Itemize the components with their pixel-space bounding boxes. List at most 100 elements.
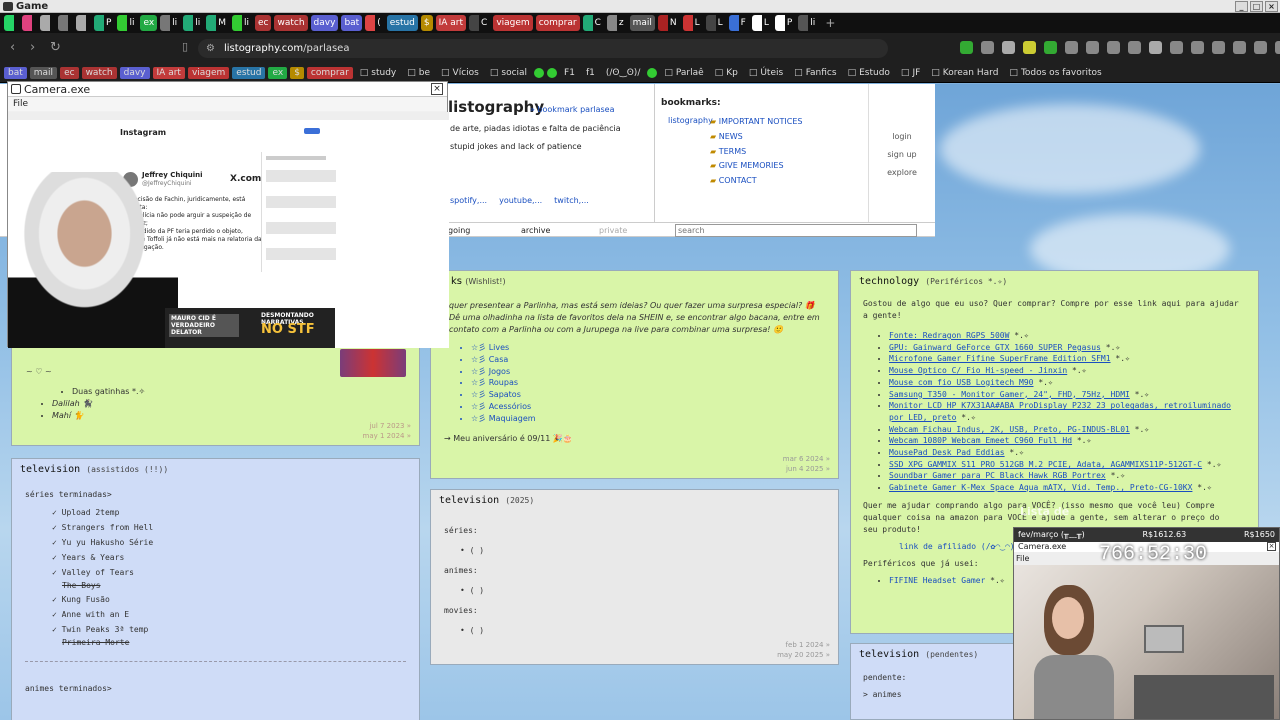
- browser-tab[interactable]: comprar: [535, 15, 580, 31]
- browser-tab[interactable]: F: [728, 15, 749, 31]
- browser-tab[interactable]: davy: [310, 15, 339, 31]
- browser-tab[interactable]: li: [183, 15, 203, 31]
- browser-tab[interactable]: M: [206, 15, 229, 31]
- bookmark-item[interactable]: comprar: [306, 66, 353, 79]
- product-link[interactable]: SSD XPG GAMMIX S11 PRO 512GB M.2 PCIE, A…: [889, 460, 1202, 469]
- camera-window[interactable]: Camera.exe × File Instagram Jeffrey Chiq…: [7, 81, 449, 348]
- wishlist-item[interactable]: ☆彡 Lives: [471, 342, 838, 354]
- nav-going[interactable]: going: [448, 223, 470, 238]
- url-field[interactable]: ⚙ listography.com/parlasea: [198, 39, 888, 58]
- browser-tab[interactable]: watch: [274, 15, 308, 31]
- bookmark-item[interactable]: [547, 67, 558, 78]
- bookmark-item[interactable]: social: [486, 67, 531, 79]
- bookmark-item[interactable]: watch: [81, 66, 117, 79]
- browser-tab[interactable]: ex: [140, 15, 158, 31]
- panel-date[interactable]: may 20 2025 »: [777, 650, 830, 660]
- browser-tab[interactable]: [22, 15, 37, 31]
- bookmark-item[interactable]: JF: [897, 67, 924, 79]
- browser-tab[interactable]: $: [420, 15, 433, 31]
- reload-icon[interactable]: ↻: [50, 40, 61, 55]
- panel-date[interactable]: may 1 2024 »: [363, 431, 411, 441]
- wishlist-item[interactable]: ☆彡 Acessórios: [471, 401, 838, 413]
- extension-icon[interactable]: [960, 41, 973, 54]
- browser-tab[interactable]: mail: [629, 15, 655, 31]
- extension-icon[interactable]: [1275, 41, 1280, 54]
- product-link[interactable]: Fonte: Redragon RGPS 500W: [889, 331, 1009, 340]
- bookmark-item[interactable]: viagem: [187, 66, 230, 79]
- extension-icon[interactable]: [1128, 41, 1141, 54]
- bookmark-item[interactable]: (/ʘ‿ʘ)/: [602, 67, 645, 79]
- minimize-button[interactable]: _: [1235, 1, 1248, 12]
- extension-icon[interactable]: [1233, 41, 1246, 54]
- browser-tab[interactable]: viagem: [493, 15, 533, 31]
- extension-icon[interactable]: [1107, 41, 1120, 54]
- bookmark-item[interactable]: Estudo: [844, 67, 894, 79]
- bookmark-item[interactable]: estud: [232, 66, 266, 79]
- product-link[interactable]: Webcam 1080P Webcam Emeet C960 Full Hd: [889, 436, 1072, 445]
- panel-date[interactable]: mar 6 2024 »: [783, 454, 830, 464]
- site-info-icon[interactable]: ⚙: [206, 39, 215, 58]
- browser-tab[interactable]: li: [231, 15, 252, 31]
- product-link[interactable]: Mouse Optico C/ Fio Hi-speed - Jinxin: [889, 366, 1067, 375]
- login-link[interactable]: login: [869, 128, 935, 146]
- close-window-button[interactable]: ×: [1265, 1, 1278, 12]
- browser-tab[interactable]: C: [582, 15, 604, 31]
- browser-tab[interactable]: P: [774, 15, 795, 31]
- bookmark-item[interactable]: F1: [560, 67, 579, 79]
- extension-icon[interactable]: [1086, 41, 1099, 54]
- bookmark-item[interactable]: ▰ GIVE MEMORIES: [710, 159, 802, 174]
- browser-tab[interactable]: L: [705, 15, 726, 31]
- bookmark-item[interactable]: ex: [268, 66, 288, 79]
- extension-icon[interactable]: [1002, 41, 1015, 54]
- bookmark-page-icon[interactable]: ▯: [182, 40, 188, 53]
- browser-tab[interactable]: L: [682, 15, 703, 31]
- wishlist-item[interactable]: ☆彡 Jogos: [471, 366, 838, 378]
- extension-icon[interactable]: [1044, 41, 1057, 54]
- bookmark-item[interactable]: ▰ NEWS: [710, 130, 802, 145]
- product-link[interactable]: Gabinete Gamer K-Mex Space Aqua mATX, Vi…: [889, 483, 1192, 492]
- close-icon[interactable]: ×: [431, 83, 443, 95]
- browser-tab[interactable]: z: [606, 15, 627, 31]
- browser-tab[interactable]: [40, 15, 55, 31]
- bookmark-item[interactable]: bat: [4, 66, 27, 79]
- bookmark-item[interactable]: ec: [60, 66, 79, 79]
- product-link[interactable]: Monitor LCD HP K7X31AA#ABA ProDisplay P2…: [889, 401, 1231, 422]
- bookmark-item[interactable]: study: [356, 67, 400, 79]
- wishlist-item[interactable]: ☆彡 Maquiagem: [471, 413, 838, 425]
- product-link[interactable]: Microfone Gamer Fifine SuperFrame Editio…: [889, 354, 1111, 363]
- extension-icon[interactable]: [981, 41, 994, 54]
- bookmark-item[interactable]: be: [403, 67, 434, 79]
- browser-tab[interactable]: IA art: [435, 15, 467, 31]
- spotify-link[interactable]: spotify,...: [450, 196, 487, 205]
- bookmark-item[interactable]: Korean Hard: [927, 67, 1002, 79]
- bookmark-item[interactable]: Kp: [711, 67, 742, 79]
- bookmark-item[interactable]: Parlaê: [660, 67, 707, 79]
- extension-icon[interactable]: [1023, 41, 1036, 54]
- bookmark-item[interactable]: [534, 67, 545, 78]
- product-link[interactable]: MousePad Desk Pad Eddias: [889, 448, 1005, 457]
- extension-icon[interactable]: [1149, 41, 1162, 54]
- bookmark-item[interactable]: Úteis: [745, 67, 787, 79]
- bookmark-item[interactable]: Todos os favoritos: [1005, 67, 1105, 79]
- extension-icon[interactable]: [1191, 41, 1204, 54]
- extension-icon[interactable]: [1254, 41, 1267, 54]
- browser-tab[interactable]: ec: [254, 15, 272, 31]
- extension-icon[interactable]: [1065, 41, 1078, 54]
- explore-link[interactable]: explore: [869, 164, 935, 182]
- bookmark-item[interactable]: [647, 67, 658, 78]
- bookmark-item[interactable]: ▰ IMPORTANT NOTICES: [710, 115, 802, 130]
- nav-archive[interactable]: archive: [521, 223, 550, 238]
- product-link[interactable]: Webcam Fichau Indus, 2K, USB, Preto, PG-…: [889, 425, 1130, 434]
- bookmark-item[interactable]: mail: [29, 66, 58, 79]
- browser-tab[interactable]: li: [160, 15, 180, 31]
- bookmark-item[interactable]: ▰ TERMS: [710, 145, 802, 160]
- browser-tab[interactable]: li: [117, 15, 137, 31]
- browser-tab[interactable]: bat: [341, 15, 363, 31]
- browser-tab[interactable]: [4, 15, 19, 31]
- bookmark-item[interactable]: davy: [119, 66, 150, 79]
- search-input[interactable]: [675, 224, 917, 237]
- browser-tab[interactable]: [76, 15, 91, 31]
- product-link[interactable]: Mouse com fio USB Logitech M90: [889, 378, 1034, 387]
- youtube-link[interactable]: youtube,...: [499, 196, 542, 205]
- file-menu[interactable]: File: [8, 97, 447, 111]
